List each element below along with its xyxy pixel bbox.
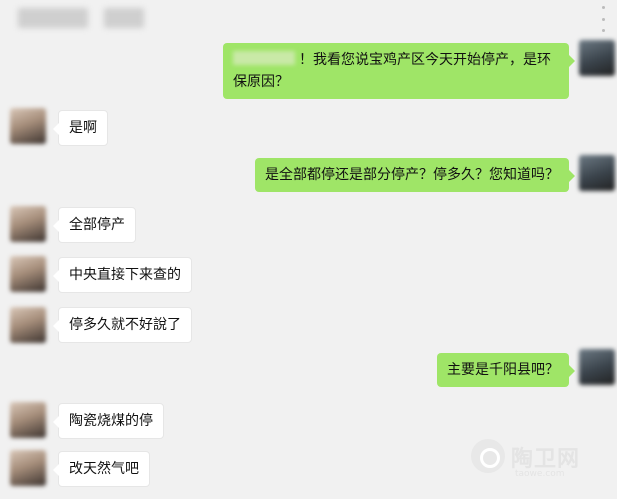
avatar-contact[interactable] (10, 108, 46, 144)
chat-subtitle-blurred (104, 8, 144, 28)
message-text: 中央直接下来查的 (69, 267, 181, 283)
more-vertical-icon[interactable] (601, 6, 605, 32)
chat-title-blurred (18, 8, 88, 28)
avatar-contact[interactable] (10, 206, 46, 242)
message-text: 是全部都停还是部分停产？停多久？您知道吗？ (265, 167, 559, 183)
avatar-contact[interactable] (10, 450, 46, 486)
message-text: 是啊 (69, 120, 97, 136)
avatar-contact[interactable] (10, 256, 46, 292)
message-bubble-sent[interactable]: 是全部都停还是部分停产？停多久？您知道吗？ (255, 158, 575, 192)
avatar-contact[interactable] (10, 402, 46, 438)
watermark: 陶卫网 taowe.com (469, 435, 609, 495)
chat-header (0, 0, 617, 40)
message-text: 陶瓷烧煤的停 (69, 413, 153, 429)
avatar-contact[interactable] (10, 307, 46, 343)
taowei-logo-icon (471, 439, 505, 473)
avatar-self[interactable] (579, 349, 615, 385)
message-bubble-received[interactable]: 陶瓷烧煤的停 (53, 403, 164, 439)
message-text: 改天然气吧 (69, 461, 139, 477)
avatar-self[interactable] (579, 40, 615, 76)
message-text: 停多久就不好說了 (69, 317, 181, 333)
watermark-url: taowe.com (515, 469, 565, 479)
message-text: 全部停产 (69, 217, 125, 233)
message-bubble-received[interactable]: 改天然气吧 (53, 451, 150, 487)
message-bubble-sent[interactable]: 主要是千阳县吧？ (437, 353, 575, 387)
message-text: 主要是千阳县吧？ (447, 362, 559, 378)
message-bubble-received[interactable]: 是啊 (53, 110, 108, 146)
message-bubble-received[interactable]: 停多久就不好說了 (53, 307, 192, 343)
message-bubble-sent[interactable]: ！我看您说宝鸡产区今天开始停产，是环保原因？ (223, 43, 575, 99)
message-bubble-received[interactable]: 全部停产 (53, 207, 136, 243)
message-bubble-received[interactable]: 中央直接下来查的 (53, 257, 192, 293)
avatar-self[interactable] (579, 155, 615, 191)
blurred-name (233, 51, 295, 65)
